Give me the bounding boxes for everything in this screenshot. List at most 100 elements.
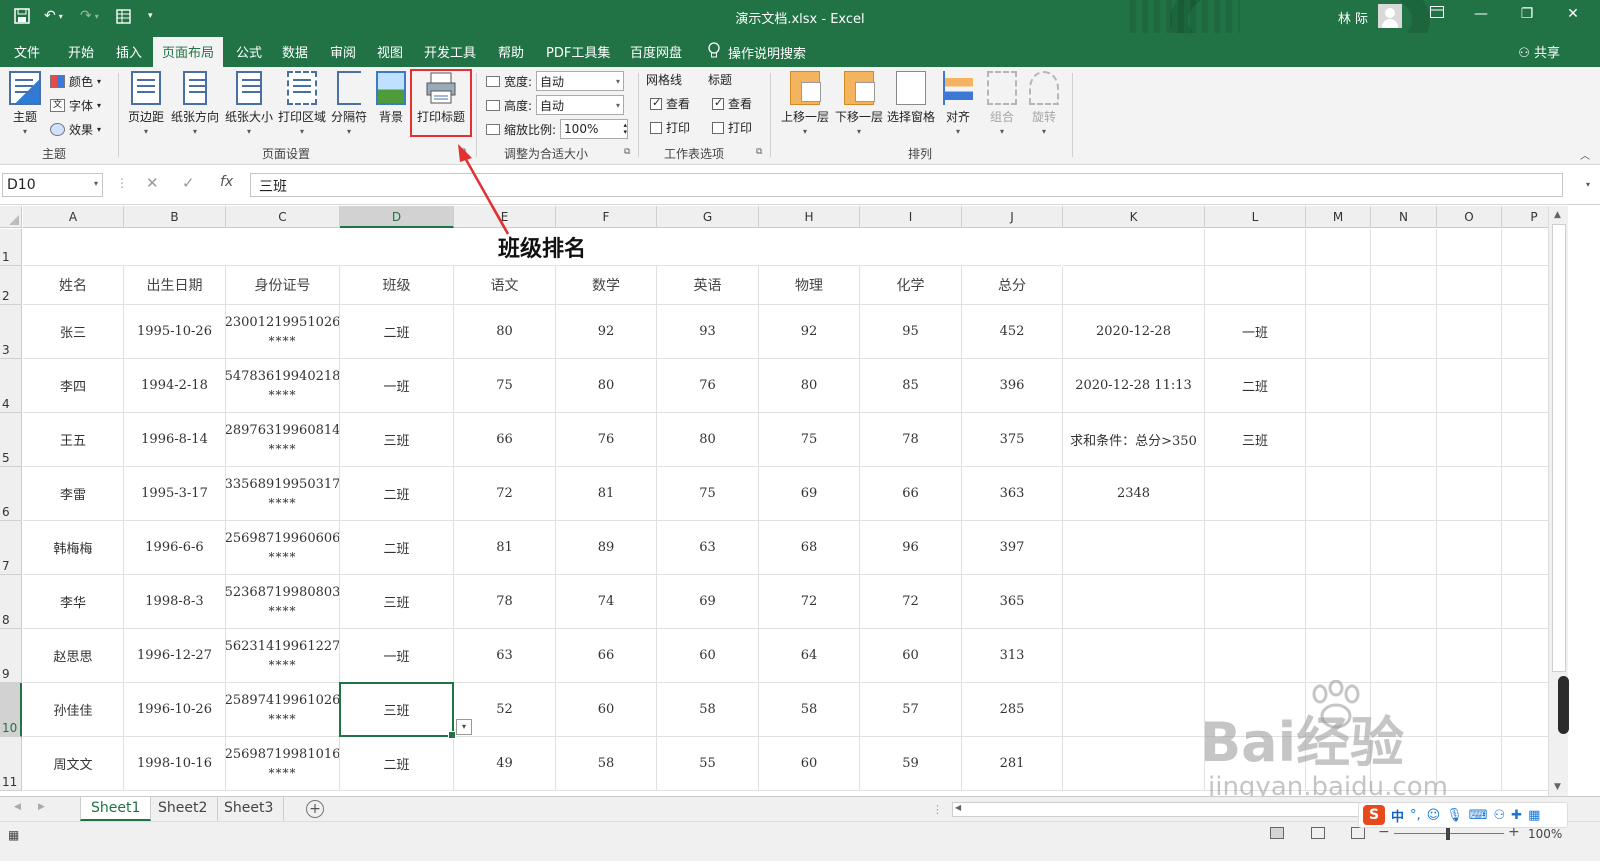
column-header-m[interactable]: M <box>1306 206 1371 228</box>
empty-cell[interactable] <box>1371 305 1437 359</box>
sheet-next-icon[interactable]: ▶ <box>38 802 45 812</box>
row-header-1[interactable]: 1 <box>0 229 22 266</box>
add-sheet-button[interactable]: + <box>306 800 324 818</box>
tell-me-search[interactable]: 操作说明搜索 <box>708 42 806 62</box>
headings-view-checkbox[interactable]: 查看 <box>712 95 752 112</box>
scroll-left-icon[interactable]: ◀ <box>955 803 961 812</box>
empty-cell[interactable] <box>1063 229 1205 266</box>
formula-input[interactable]: 三班 <box>250 173 1563 197</box>
column-header-h[interactable]: H <box>759 206 860 228</box>
ribbon-display-icon[interactable] <box>1422 6 1452 22</box>
data-cell-physics[interactable]: 58 <box>759 683 860 737</box>
data-cell-class[interactable]: 二班 <box>340 467 454 521</box>
data-cell-dob[interactable]: 1994-2-18 <box>124 359 226 413</box>
data-cell-dob[interactable]: 1995-3-17 <box>124 467 226 521</box>
data-cell-total[interactable]: 375 <box>962 413 1063 467</box>
tab-file[interactable]: 文件 <box>14 42 40 61</box>
page-layout-view-icon[interactable] <box>1311 827 1325 839</box>
gridlines-print-checkbox[interactable]: 打印 <box>650 119 690 136</box>
data-cell-chemistry[interactable]: 85 <box>860 359 962 413</box>
data-cell-k[interactable]: 2348 <box>1063 467 1205 521</box>
data-cell-math[interactable]: 66 <box>556 629 657 683</box>
breaks-button[interactable]: 分隔符 ▾ <box>328 71 370 136</box>
data-cell-l[interactable] <box>1205 575 1306 629</box>
header-cell[interactable]: 化学 <box>860 266 962 305</box>
data-cell-chemistry[interactable]: 66 <box>860 467 962 521</box>
empty-cell[interactable] <box>1306 305 1371 359</box>
page-break-view-icon[interactable] <box>1351 827 1365 839</box>
empty-cell[interactable] <box>1437 413 1502 467</box>
row-header-5[interactable]: 5 <box>0 413 22 467</box>
data-cell-class[interactable]: 三班 <box>340 413 454 467</box>
data-cell-class[interactable]: 三班 <box>340 575 454 629</box>
id-number-cell[interactable]: 28976319960814 **** <box>226 413 340 467</box>
keyboard-icon[interactable]: ⌨ <box>1469 808 1488 823</box>
data-cell-english[interactable]: 75 <box>657 467 759 521</box>
data-cell-chinese[interactable]: 81 <box>454 521 556 575</box>
checkbox-icon[interactable] <box>650 121 662 134</box>
select-all-corner[interactable] <box>0 206 22 228</box>
tab-developer[interactable]: 开发工具 <box>424 42 476 61</box>
cancel-icon[interactable]: ✕ <box>146 174 159 192</box>
data-cell-chemistry[interactable]: 57 <box>860 683 962 737</box>
normal-view-icon[interactable] <box>1270 827 1284 839</box>
empty-cell[interactable] <box>1371 229 1437 266</box>
checkbox-checked-icon[interactable] <box>650 96 662 110</box>
size-button[interactable]: 纸张大小 ▾ <box>222 71 276 136</box>
width-select[interactable]: 自动 ▾ <box>536 71 625 91</box>
dropdown-arrow-icon[interactable]: ▾ <box>456 719 472 735</box>
data-cell-chemistry[interactable]: 72 <box>860 575 962 629</box>
empty-cell[interactable] <box>1371 359 1437 413</box>
effects-button[interactable]: 效果 ▾ <box>50 121 101 138</box>
row-header-9[interactable]: 9 <box>0 629 22 683</box>
user-icon[interactable]: ⚇ <box>1494 808 1506 823</box>
themes-button[interactable]: 主题 ▾ <box>6 71 44 136</box>
data-cell-class[interactable]: 一班 <box>340 629 454 683</box>
column-header-o[interactable]: O <box>1437 206 1502 228</box>
data-cell-physics[interactable]: 68 <box>759 521 860 575</box>
empty-cell[interactable] <box>1437 467 1502 521</box>
selection-pane-button[interactable]: 选择窗格 <box>884 71 938 125</box>
data-cell-chinese[interactable]: 72 <box>454 467 556 521</box>
enter-icon[interactable]: ✓ <box>182 174 195 192</box>
macro-record-icon[interactable]: ▦ <box>8 828 19 842</box>
empty-cell[interactable] <box>1371 521 1437 575</box>
data-cell-l[interactable] <box>1205 521 1306 575</box>
header-cell[interactable]: 总分 <box>962 266 1063 305</box>
id-number-cell[interactable]: 23001219951026 **** <box>226 305 340 359</box>
id-number-cell[interactable]: 52368719980803 **** <box>226 575 340 629</box>
data-cell-total[interactable]: 365 <box>962 575 1063 629</box>
empty-cell[interactable] <box>1371 683 1437 737</box>
data-cell-english[interactable]: 63 <box>657 521 759 575</box>
data-cell-name[interactable]: 孙佳佳 <box>23 683 124 737</box>
data-cell-physics[interactable]: 60 <box>759 737 860 791</box>
data-cell-dob[interactable]: 1995-10-26 <box>124 305 226 359</box>
empty-cell[interactable] <box>1371 467 1437 521</box>
close-icon[interactable]: ✕ <box>1558 6 1588 22</box>
empty-cell[interactable] <box>1306 629 1371 683</box>
data-cell-k[interactable]: 求和条件：总分>350 <box>1063 413 1205 467</box>
orientation-button[interactable]: 纸张方向 ▾ <box>168 71 222 136</box>
data-cell-name[interactable]: 李四 <box>23 359 124 413</box>
row-header-8[interactable]: 8 <box>0 575 22 629</box>
empty-cell[interactable] <box>1306 683 1371 737</box>
data-cell-chemistry[interactable]: 96 <box>860 521 962 575</box>
scroll-thumb[interactable] <box>1552 224 1566 672</box>
id-number-cell[interactable]: 54783619940218 **** <box>226 359 340 413</box>
empty-cell[interactable] <box>1437 683 1502 737</box>
column-header-i[interactable]: I <box>860 206 962 228</box>
tab-home[interactable]: 开始 <box>68 42 94 61</box>
data-cell-math[interactable]: 81 <box>556 467 657 521</box>
data-cell-total[interactable]: 363 <box>962 467 1063 521</box>
data-cell-l[interactable] <box>1205 629 1306 683</box>
data-cell-l[interactable] <box>1205 737 1306 791</box>
data-cell-name[interactable]: 王五 <box>23 413 124 467</box>
formula-bar-grip-icon[interactable]: ⋮ <box>116 176 128 190</box>
data-cell-math[interactable]: 89 <box>556 521 657 575</box>
row-header-2[interactable]: 2 <box>0 266 22 305</box>
id-number-cell[interactable]: 33568919950317 **** <box>226 467 340 521</box>
scale-stepper[interactable]: 100% ▴ ▾ <box>560 119 629 139</box>
header-cell[interactable]: 数学 <box>556 266 657 305</box>
data-cell-dob[interactable]: 1998-8-3 <box>124 575 226 629</box>
empty-cell[interactable] <box>1437 305 1502 359</box>
